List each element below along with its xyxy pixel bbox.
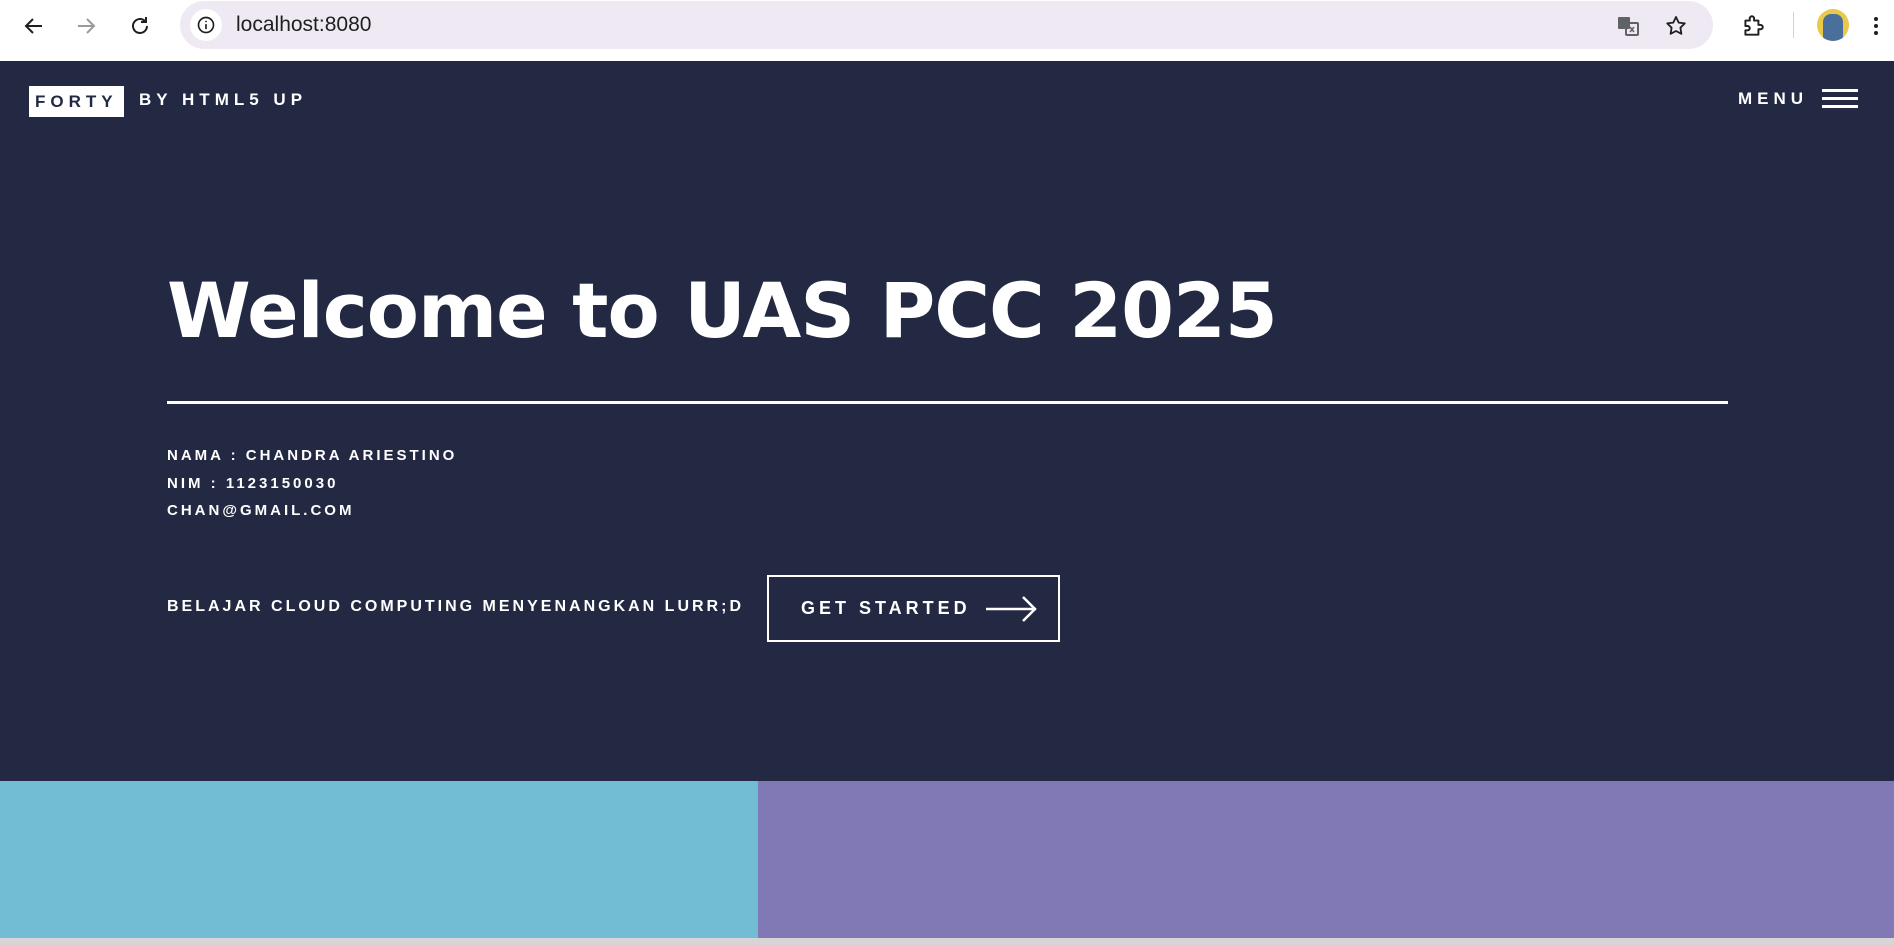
bookmark-button[interactable] [1661, 11, 1691, 41]
site-header: FORTY BY HTML5 UP MENU [0, 61, 1894, 139]
extensions-button[interactable] [1736, 9, 1770, 43]
logo-subtitle[interactable]: BY HTML5 UP [139, 90, 307, 110]
arrow-right-icon [78, 18, 96, 34]
logo[interactable]: FORTY [29, 86, 124, 117]
kebab-menu-icon [1874, 17, 1878, 35]
reload-icon [132, 17, 148, 34]
page-banner: FORTY BY HTML5 UP MENU Welcome to UAS PC… [0, 61, 1894, 945]
star-icon [1666, 16, 1686, 35]
reload-button[interactable] [122, 8, 158, 44]
get-started-button[interactable]: GET STARTED [767, 575, 1060, 642]
address-bar[interactable]: localhost:8080 [180, 1, 1713, 49]
translate-icon [1618, 17, 1639, 36]
info-icon [197, 16, 215, 34]
bottom-strip [0, 938, 1894, 945]
tile-two[interactable] [758, 781, 1894, 938]
avatar[interactable] [1817, 9, 1849, 41]
forward-button[interactable] [68, 8, 104, 44]
browser-menu-button[interactable] [1864, 9, 1888, 43]
hamburger-icon [1822, 89, 1858, 109]
tile-one[interactable] [0, 781, 758, 938]
back-button[interactable] [16, 8, 52, 44]
puzzle-icon [1744, 15, 1764, 36]
site-info-button[interactable] [190, 9, 222, 41]
info-email: CHAN@GMAIL.COM [167, 502, 355, 519]
browser-toolbar: localhost:8080 [0, 0, 1894, 61]
arrow-left-icon [24, 18, 42, 34]
tagline: BELAJAR CLOUD COMPUTING MENYENANGKAN LUR… [167, 598, 744, 615]
title-divider [167, 401, 1728, 404]
page-title: Welcome to UAS PCC 2025 [167, 266, 1278, 355]
menu-button[interactable]: MENU [1738, 89, 1858, 109]
arrow-right-icon [985, 595, 1037, 622]
get-started-label: GET STARTED [801, 598, 971, 618]
url-text[interactable]: localhost:8080 [236, 13, 371, 37]
translate-button[interactable] [1613, 11, 1643, 41]
info-nim: NIM : 1123150030 [167, 475, 339, 492]
menu-label: MENU [1737, 89, 1808, 108]
info-name: NAMA : CHANDRA ARIESTINO [167, 447, 458, 464]
toolbar-separator [1793, 12, 1794, 38]
